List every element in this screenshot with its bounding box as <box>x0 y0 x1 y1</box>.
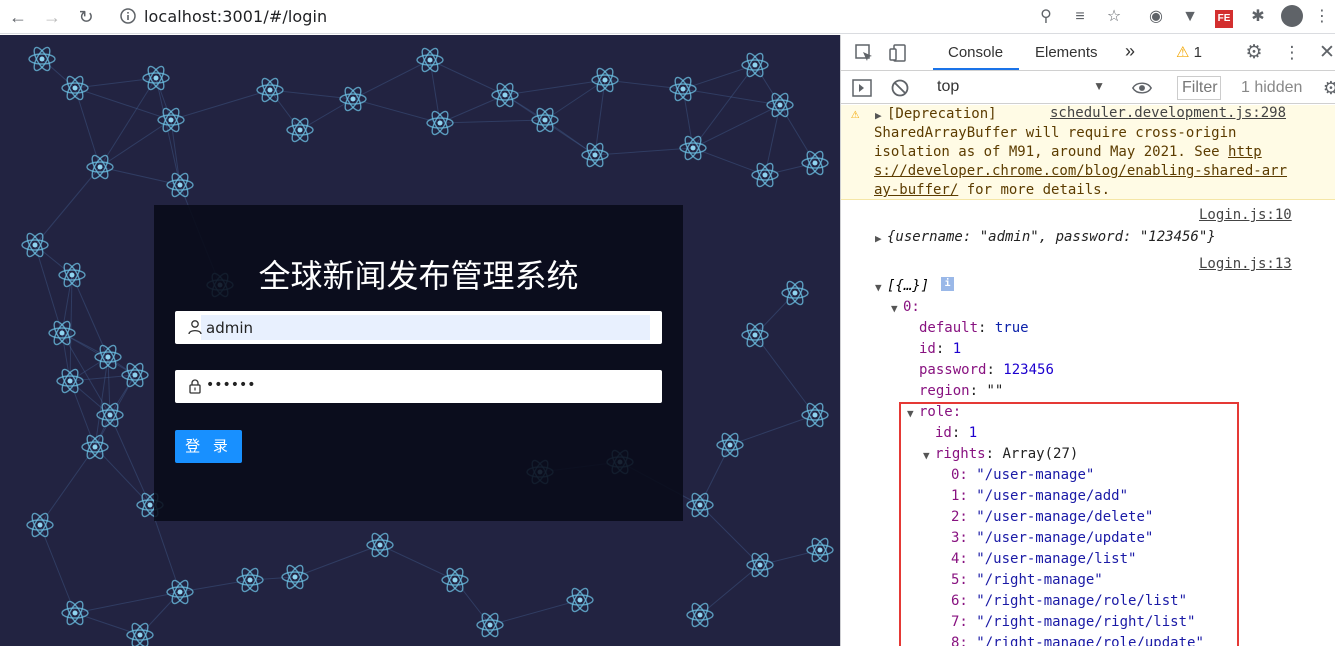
login-page: 全球新闻发布管理系统 admin •••••• 登 录 <box>0 35 840 646</box>
collapse-triangle-icon[interactable]: ▼ <box>891 299 898 318</box>
log2-source-link[interactable]: Login.js:13 <box>1199 256 1292 272</box>
prop-id: id: 1 <box>919 341 962 357</box>
bookmark-star-icon[interactable]: ☆ <box>1102 5 1126 29</box>
show-sidebar-icon[interactable] <box>851 77 873 99</box>
context-value: top <box>937 78 960 95</box>
clear-console-icon[interactable] <box>889 77 911 99</box>
devtools-tabbar: Console Elements » ⚠ 1 ⚙ ⋮ ✕ <box>841 35 1335 71</box>
url-text[interactable]: localhost:3001/#/login <box>144 7 327 26</box>
log1-source-link[interactable]: Login.js:10 <box>1199 207 1292 223</box>
devtools-menu-icon[interactable]: ⋮ <box>1281 42 1303 64</box>
warnings-count-button[interactable]: ⚠ 1 <box>1176 43 1218 63</box>
collapse-triangle-icon[interactable]: ▼ <box>875 278 882 297</box>
console-output: ⚠ ▶ [Deprecation] scheduler.development.… <box>841 105 1335 646</box>
warning-line-2: isolation as of M91, around May 2021. Se… <box>874 144 1262 160</box>
lock-icon <box>189 379 201 394</box>
info-icon[interactable] <box>120 8 136 24</box>
warning-icon: ⚠ <box>1176 44 1190 61</box>
warning-line-4: ay-buffer/ for more details. <box>874 182 1111 198</box>
key-icon[interactable]: ⚲ <box>1034 5 1058 29</box>
reload-icon[interactable]: ↻ <box>74 5 98 29</box>
browser-toolbar: ← → ↻ localhost:3001/#/login ⚲ ≡ ☆ ◉ ▼ F… <box>0 0 1335 34</box>
login-button[interactable]: 登 录 <box>175 430 242 463</box>
warning-prefix: [Deprecation] <box>887 106 997 122</box>
prop-region: region: "" <box>919 383 1004 399</box>
context-selector[interactable]: top ▼ <box>933 76 1109 100</box>
console-warning-message: ⚠ ▶ [Deprecation] scheduler.development.… <box>841 105 1335 200</box>
prop-password: password: 123456 <box>919 362 1054 378</box>
expand-triangle-icon[interactable]: ▶ <box>875 229 882 248</box>
forward-arrow-icon[interactable]: → <box>40 5 64 29</box>
prop-default: default: true <box>919 320 1029 336</box>
user-icon <box>188 320 202 335</box>
vue-extension-icon[interactable]: ▼ <box>1178 5 1202 29</box>
warning-line-1: SharedArrayBuffer will require cross-ori… <box>874 125 1237 141</box>
array-index-0: 0: <box>903 299 920 315</box>
dropdown-arrow-icon: ▼ <box>1093 79 1105 93</box>
username-input[interactable]: admin <box>175 311 662 344</box>
username-value: admin <box>206 319 253 337</box>
login-form-card: 全球新闻发布管理系统 admin •••••• 登 录 <box>154 205 683 521</box>
warnings-count: 1 <box>1193 44 1202 61</box>
password-value: •••••• <box>206 377 256 393</box>
warning-link-line[interactable]: s://developer.chrome.com/blog/enabling-s… <box>874 162 1287 181</box>
tab-elements[interactable]: Elements <box>1035 44 1098 61</box>
translate-icon[interactable]: ≡ <box>1068 5 1092 29</box>
console-toolbar: top ▼ Filter 1 hidden ⚙ <box>841 72 1335 104</box>
close-icon[interactable]: ✕ <box>1316 42 1335 64</box>
docs-link-end[interactable]: ay-buffer/ <box>874 182 958 198</box>
log1-object[interactable]: {username: "admin", password: "123456"} <box>887 228 1216 247</box>
live-expression-eye-icon[interactable] <box>1131 77 1153 99</box>
address-bar[interactable]: localhost:3001/#/login <box>116 4 1136 28</box>
docs-link-start[interactable]: http <box>1228 144 1262 160</box>
fe-extension-icon[interactable]: FE <box>1212 5 1236 29</box>
profile-avatar-icon[interactable] <box>1280 5 1304 29</box>
puzzle-icon[interactable]: ✱ <box>1246 5 1270 29</box>
devtools-panel: Console Elements » ⚠ 1 ⚙ ⋮ ✕ top ▼ Filte… <box>840 35 1335 646</box>
settings-gear-icon[interactable]: ⚙ <box>1243 42 1265 64</box>
back-arrow-icon[interactable]: ← <box>6 5 30 29</box>
password-input[interactable]: •••••• <box>175 370 662 403</box>
console-settings-gear-icon[interactable]: ⚙ <box>1320 77 1335 99</box>
extension-icon[interactable]: ◉ <box>1144 5 1168 29</box>
expand-triangle-icon[interactable]: ▶ <box>875 106 882 125</box>
warning-icon: ⚠ <box>851 106 860 122</box>
page-title: 全球新闻发布管理系统 <box>258 257 579 295</box>
device-toolbar-icon[interactable] <box>887 42 909 64</box>
menu-kebab-icon[interactable]: ⋮ <box>1310 5 1334 29</box>
filter-input[interactable]: Filter <box>1177 76 1221 100</box>
more-tabs-button[interactable]: » <box>1125 41 1135 62</box>
tab-console[interactable]: Console <box>948 44 1003 61</box>
red-highlight-annotation <box>899 402 1239 646</box>
hidden-messages-count: 1 hidden <box>1241 79 1303 96</box>
inspect-element-icon[interactable] <box>853 42 875 64</box>
active-tab-indicator <box>933 68 1019 70</box>
info-badge-icon[interactable]: i <box>941 277 954 291</box>
warning-source-link[interactable]: scheduler.development.js:298 <box>1050 105 1286 121</box>
log2-array-summary[interactable]: [{…}] <box>887 277 929 296</box>
